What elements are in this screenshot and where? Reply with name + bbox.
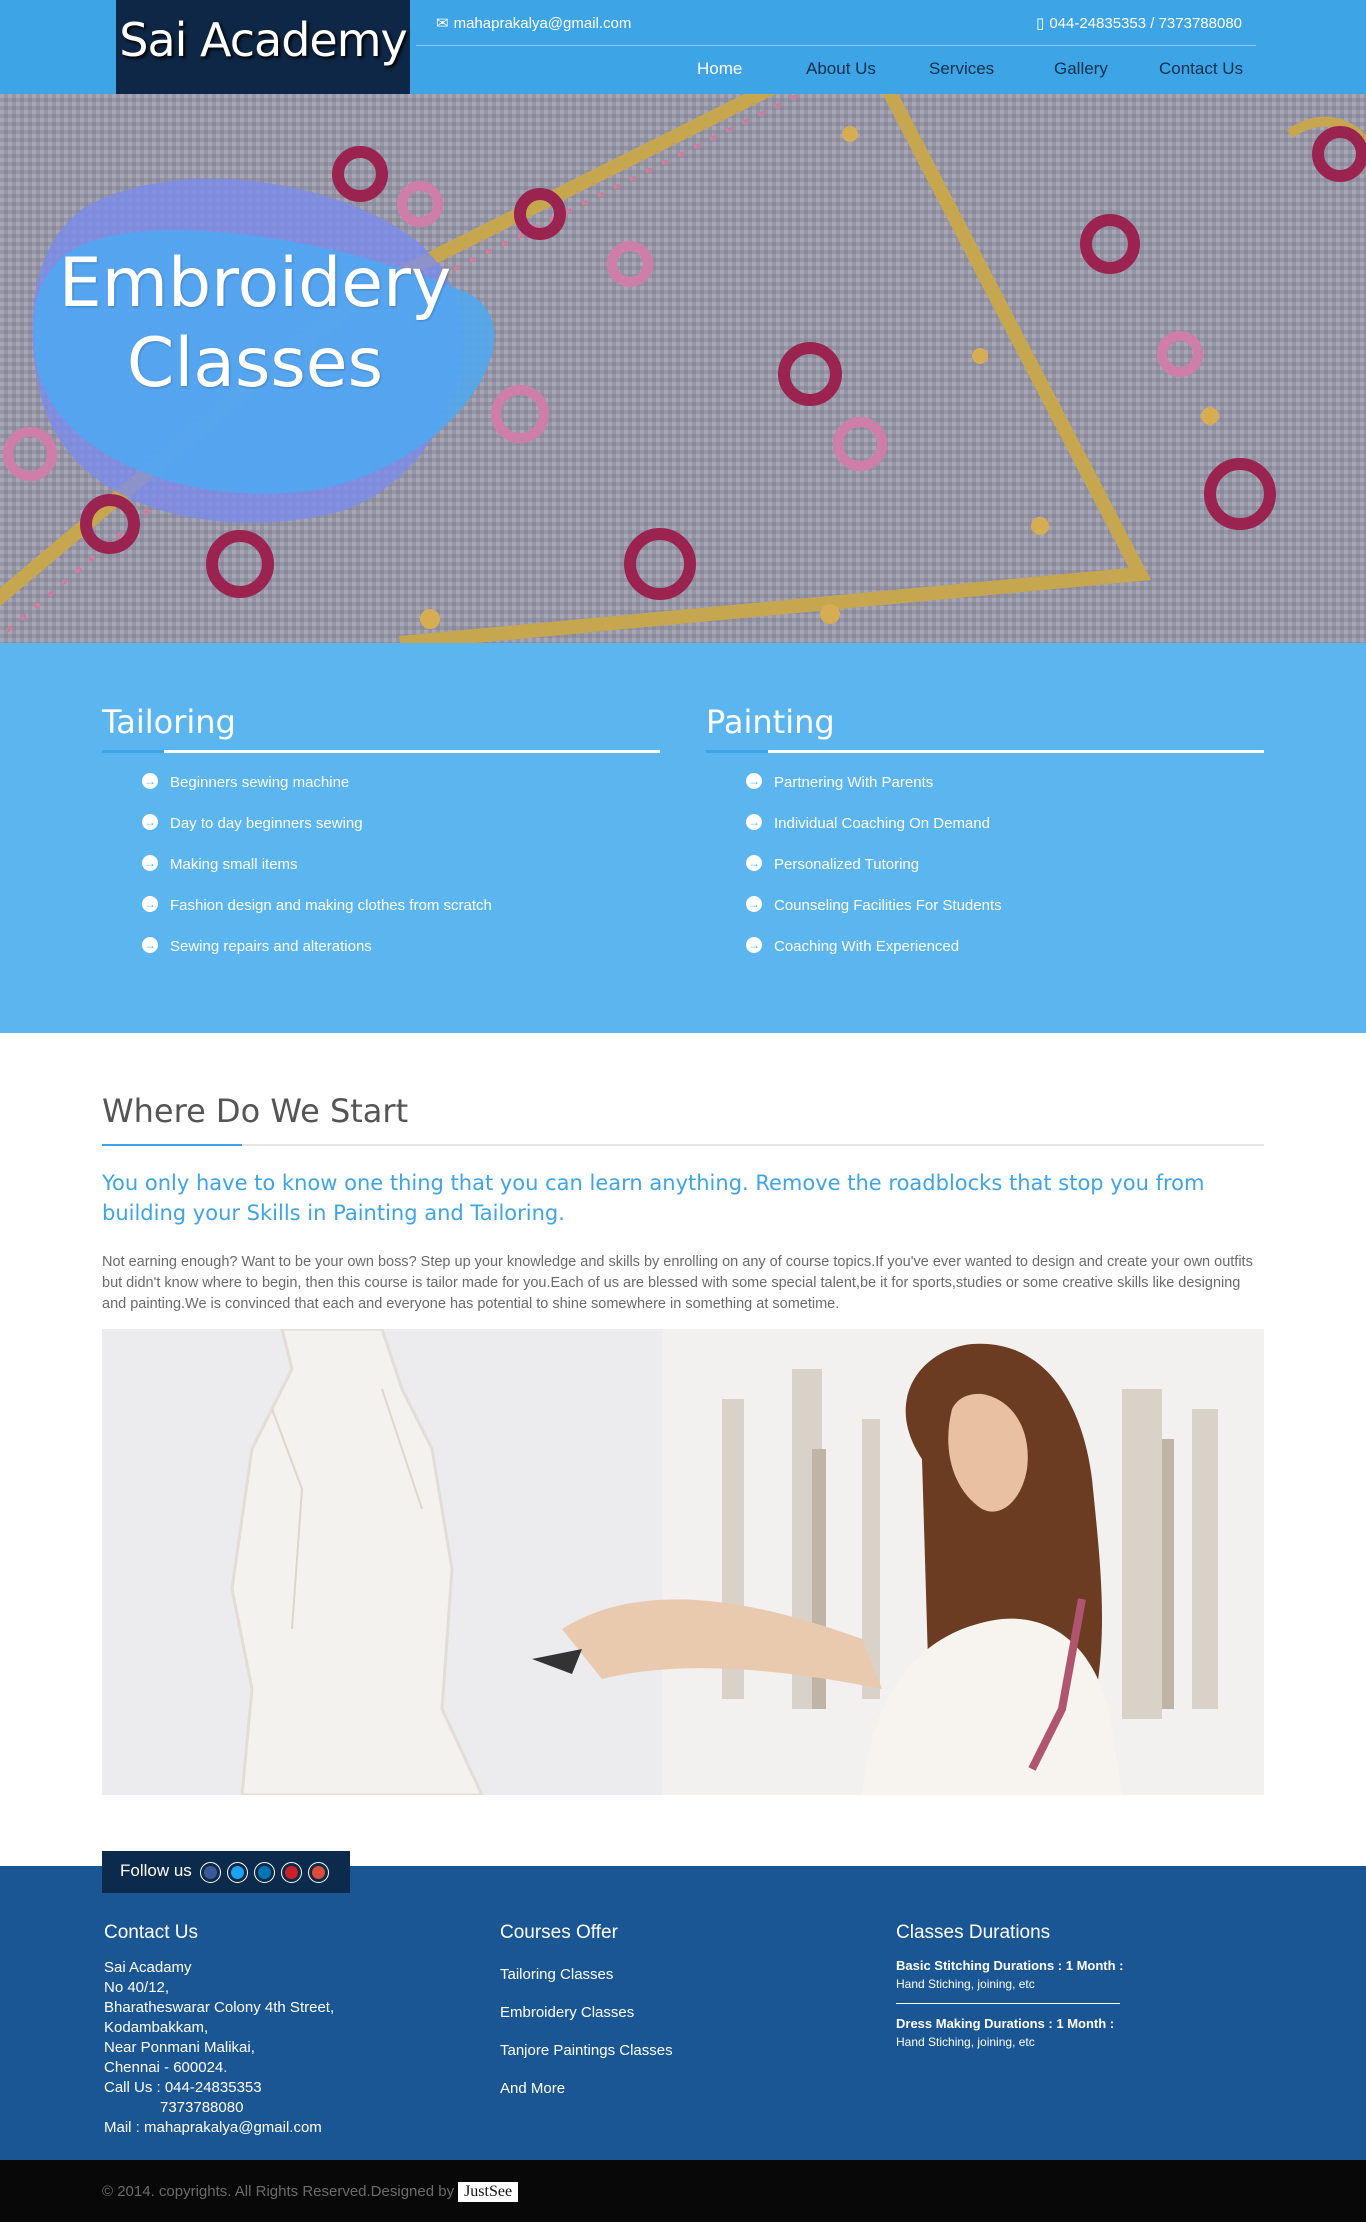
copyright-bar: © 2014. copyrights. All Rights Reserved.… (0, 2160, 1366, 2222)
intro-heading: Where Do We Start (102, 1092, 1264, 1146)
copyright-text: © 2014. copyrights. All Rights Reserved.… (102, 2183, 455, 2200)
footer-courses-heading: Courses Offer (500, 1922, 618, 1943)
list-item: → Fashion design and making clothes from … (142, 894, 660, 935)
footer-contact: Contact Us Sai Acadamy No 40/12, Bharath… (104, 1922, 464, 2138)
arrow-circle-icon: → (142, 937, 158, 954)
intro-paragraph: Not earning enough? Want to be your own … (102, 1254, 1253, 1312)
list-item: → Coaching With Experienced (746, 935, 1264, 976)
duration-desc: Hand Stiching, joining, etc (896, 2035, 1035, 2049)
list-item-text: Personalized Tutoring (774, 856, 920, 873)
arrow-circle-icon: → (142, 814, 158, 831)
hero-title-line2: Classes (126, 324, 384, 403)
tailor-illustration (102, 1329, 1264, 1795)
footer-phone: Call Us : 044-24835353 (104, 2079, 262, 2096)
site-logo[interactable]: Sai Academy (116, 0, 410, 94)
list-item-text: Making small items (170, 856, 298, 873)
arrow-circle-icon: → (142, 896, 158, 913)
list-item: → Counseling Facilities For Students (746, 894, 1264, 935)
header-email[interactable]: ✉ mahaprakalya@gmail.com (436, 14, 631, 32)
list-item-text: Individual Coaching On Demand (774, 815, 990, 832)
list-item-text: Coaching With Experienced (774, 938, 960, 955)
list-item: → Partnering With Parents (746, 771, 1264, 812)
contact-bar: ✉ mahaprakalya@gmail.com ▯ 044-24835353 / … (416, 0, 1256, 46)
footer-mail[interactable]: Mail : mahaprakalya@gmail.com (104, 2118, 464, 2138)
mobile-phone-icon: ▯ (1036, 15, 1045, 32)
list-item-text: Fashion design and making clothes from s… (170, 897, 492, 914)
list-item-text: Beginners sewing machine (170, 774, 350, 791)
footer-link-tanjore[interactable]: Tanjore Paintings Classes (500, 2042, 820, 2059)
footer-link-more[interactable]: And More (500, 2080, 820, 2097)
arrow-circle-icon: → (746, 937, 762, 954)
header-email-text: mahaprakalya@gmail.com (453, 15, 632, 32)
list-item: → Beginners sewing machine (142, 771, 660, 812)
list-item-text: Counseling Facilities For Students (774, 897, 1002, 914)
hero-title-line1: Embroidery (58, 244, 452, 323)
address-line: No 40/12, (104, 1979, 170, 1996)
intro-lead: You only have to know one thing that you… (102, 1171, 1205, 1225)
painting-list: → Partnering With Parents → Individual Coa… (746, 771, 1264, 976)
intro-section: Where Do We Start You only have to know … (102, 1092, 1264, 1315)
follow-us-label: Follow us (120, 1861, 192, 1880)
main-nav: Home About Us Services Gallery Contact U… (416, 46, 1256, 94)
nav-gallery[interactable]: Gallery (1054, 59, 1108, 79)
arrow-circle-icon: → (746, 855, 762, 872)
painting-column: Painting → Partnering With Parents → Indiv… (706, 703, 1264, 976)
nav-services[interactable]: Services (929, 59, 994, 79)
header-phone-text: 044-24835353 / 7373788080 (1049, 15, 1242, 32)
address-line: Sai Acadamy (104, 1959, 192, 1976)
tailoring-heading: Tailoring (102, 703, 660, 753)
hero-title: Embroidery Classes (50, 244, 460, 404)
address-line: Near Ponmani Malikai, (104, 2039, 255, 2056)
footer-durations-heading: Classes Durations (896, 1922, 1051, 1943)
courses-section: Tailoring → Beginners sewing machine → Day… (0, 643, 1366, 1033)
list-item-text: Partnering With Parents (774, 774, 934, 791)
follow-us-bar: Follow us (102, 1851, 350, 1893)
address-line: Kodambakkam, (104, 2019, 209, 2036)
duration-title: Dress Making Durations : 1 Month : (896, 2016, 1115, 2031)
nav-home[interactable]: Home (697, 59, 742, 79)
tailoring-list: → Beginners sewing machine → Day to day be… (142, 771, 660, 976)
painting-heading: Painting (706, 703, 1264, 753)
footer-phone-alt: 7373788080 (160, 2099, 244, 2116)
arrow-circle-icon: → (142, 773, 158, 790)
list-item: → Individual Coaching On Demand (746, 812, 1264, 853)
arrow-circle-icon: → (746, 896, 762, 913)
copyright: © 2014. copyrights. All Rights Reserved.… (102, 2182, 519, 2202)
tailor-photo (102, 1329, 1264, 1795)
list-item-text: Day to day beginners sewing (170, 815, 363, 832)
pinterest-icon[interactable] (281, 1862, 302, 1883)
duration-title: Basic Stitching Durations : 1 Month : (896, 1958, 1124, 1973)
footer-link-embroidery[interactable]: Embroidery Classes (500, 2004, 820, 2021)
duration-desc: Hand Stiching, joining, etc (896, 1977, 1035, 1991)
header-phone: ▯ 044-24835353 / 7373788080 (1036, 14, 1242, 32)
list-item: → Sewing repairs and alterations (142, 935, 660, 976)
designer-logo[interactable]: JustSee (458, 2182, 519, 2202)
footer-durations: Classes Durations Basic Stitching Durati… (896, 1922, 1196, 2049)
tailoring-column: Tailoring → Beginners sewing machine → Day… (102, 703, 660, 976)
facebook-icon[interactable] (200, 1862, 221, 1883)
linkedin-icon[interactable] (254, 1862, 275, 1883)
arrow-circle-icon: → (746, 814, 762, 831)
nav-contact-us[interactable]: Contact Us (1159, 59, 1243, 79)
footer-contact-heading: Contact Us (104, 1922, 198, 1943)
nav-about-us[interactable]: About Us (806, 59, 876, 79)
address-line: Chennai - 600024. (104, 2059, 228, 2076)
google-plus-icon[interactable] (308, 1862, 329, 1883)
site-footer: Contact Us Sai Acadamy No 40/12, Bharath… (0, 1866, 1366, 2160)
site-header: Sai Academy ✉ mahaprakalya@gmail.com ▯ 044… (0, 0, 1366, 94)
address-line: Bharatheswarar Colony 4th Street, (104, 1999, 335, 2016)
hero-banner: Embroidery Classes (0, 94, 1366, 643)
footer-link-tailoring[interactable]: Tailoring Classes (500, 1966, 820, 1983)
envelope-icon: ✉ (436, 15, 449, 32)
arrow-circle-icon: → (746, 773, 762, 790)
list-item: → Personalized Tutoring (746, 853, 1264, 894)
divider (896, 2003, 1120, 2004)
list-item-text: Sewing repairs and alterations (170, 938, 372, 955)
twitter-icon[interactable] (227, 1862, 248, 1883)
list-item: → Making small items (142, 853, 660, 894)
arrow-circle-icon: → (142, 855, 158, 872)
footer-courses: Courses Offer Tailoring Classes Embroide… (500, 1922, 820, 2118)
list-item: → Day to day beginners sewing (142, 812, 660, 853)
